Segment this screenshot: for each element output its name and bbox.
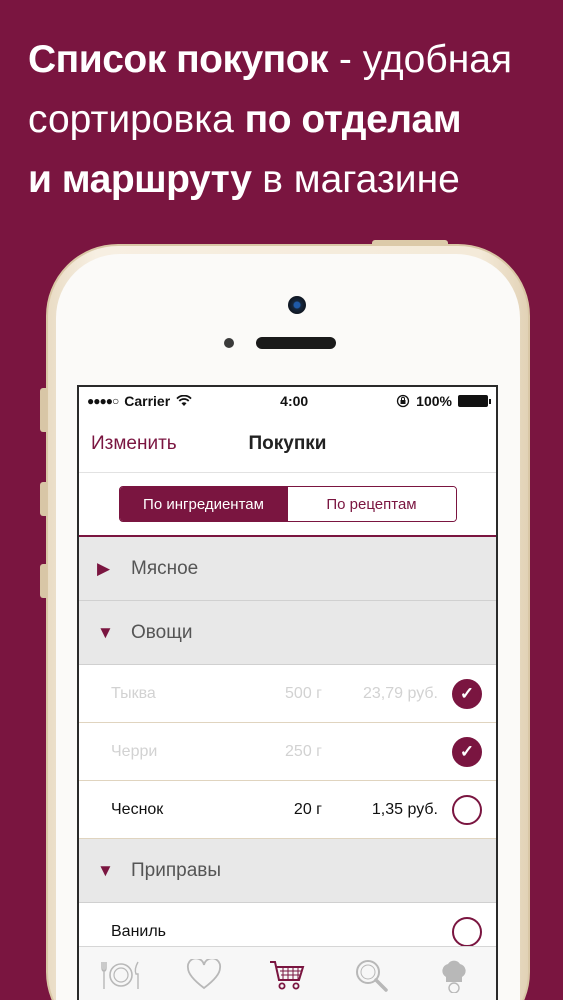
page-title: Покупки [248, 433, 327, 454]
tab-recipes[interactable] [100, 955, 141, 995]
front-camera-icon [288, 296, 306, 314]
view-segmented-control: По ингредиентам По рецептам [118, 486, 457, 522]
tab-favorites[interactable] [184, 955, 224, 995]
chef-hat-icon [442, 960, 466, 993]
list-item[interactable]: Чеснок 20 г 1,35 руб. [79, 781, 496, 839]
item-name: Чеснок [111, 800, 164, 818]
heart-icon [187, 959, 222, 990]
section-header-spices[interactable]: ▼ Приправы [79, 839, 496, 903]
section-title: Овощи [131, 621, 193, 643]
shopping-cart-icon [270, 961, 305, 990]
battery-percent: 100% [416, 393, 452, 409]
volume-down-button [40, 564, 47, 598]
segment-bar: По ингредиентам По рецептам [79, 473, 496, 537]
navigation-bar: Изменить Покупки [79, 415, 496, 473]
item-name: Тыква [111, 684, 156, 702]
list-item[interactable]: Тыква 500 г 23,79 руб. ✓ [79, 665, 496, 723]
item-name: Ваниль [111, 922, 167, 940]
item-price: 23,79 руб. [363, 684, 438, 702]
wifi-icon [176, 395, 192, 406]
empty-circle-icon[interactable] [452, 794, 482, 825]
proximity-sensor [224, 338, 234, 348]
headline-bold-2: по отделам [244, 98, 462, 141]
headline-bold-1: Список покупок [28, 38, 329, 81]
earpiece-speaker [256, 337, 336, 349]
item-quantity: 20 г [293, 800, 322, 818]
mute-switch [40, 388, 47, 432]
section-header-vegetables[interactable]: ▼ Овощи [79, 601, 496, 665]
battery-icon [457, 395, 491, 407]
section-header-meat[interactable]: ▶ Мясное [79, 537, 496, 601]
disclosure-down-icon: ▼ [97, 860, 114, 880]
list-item[interactable]: Черри 250 г ✓ [79, 723, 496, 781]
power-button [372, 240, 448, 246]
headline-line-1: Список покупок - удобная [28, 30, 548, 90]
checkmark-icon[interactable]: ✓ [452, 736, 482, 767]
section-title: Приправы [131, 859, 222, 881]
item-name: Черри [111, 742, 158, 760]
disclosure-down-icon: ▼ [97, 622, 114, 642]
carrier-label: Carrier [124, 393, 171, 409]
headline-line-3: и маршруту в магазине [28, 150, 548, 210]
promo-headline: Список покупок - удобная сортировка по о… [28, 30, 548, 210]
tab-search[interactable] [351, 955, 391, 995]
headline-bold-3: и маршруту [28, 158, 252, 201]
tab-chef[interactable] [434, 955, 474, 995]
headline-line-2: сортировка по отделам [28, 90, 548, 150]
section-title: Мясное [131, 557, 199, 579]
volume-up-button [40, 482, 47, 516]
item-quantity: 250 г [285, 742, 322, 760]
tab-shopping[interactable] [267, 955, 307, 995]
phone-screen: ●●●●○ Carrier 4:00 100% Изменить Покупки… [77, 385, 498, 1000]
segment-by-ingredients[interactable]: По ингредиентам [119, 487, 288, 521]
headline-light-1: - удобная [328, 38, 513, 81]
signal-strength-icon: ●●●●○ [87, 394, 119, 408]
disclosure-right-icon: ▶ [97, 558, 111, 578]
segment-by-recipes[interactable]: По рецептам [287, 487, 456, 521]
item-quantity: 500 г [285, 684, 322, 702]
checkmark-icon[interactable]: ✓ [452, 678, 482, 709]
headline-light-3: в магазине [251, 158, 460, 201]
status-bar: ●●●●○ Carrier 4:00 100% [79, 387, 496, 415]
empty-circle-icon[interactable] [452, 916, 482, 947]
headline-light-2: сортировка [28, 98, 245, 141]
status-time: 4:00 [280, 393, 309, 409]
item-price: 1,35 руб. [371, 800, 438, 818]
orientation-lock-icon [397, 394, 410, 408]
tab-bar [79, 946, 496, 1000]
plate-cutlery-icon [100, 961, 139, 989]
search-icon [355, 960, 388, 992]
